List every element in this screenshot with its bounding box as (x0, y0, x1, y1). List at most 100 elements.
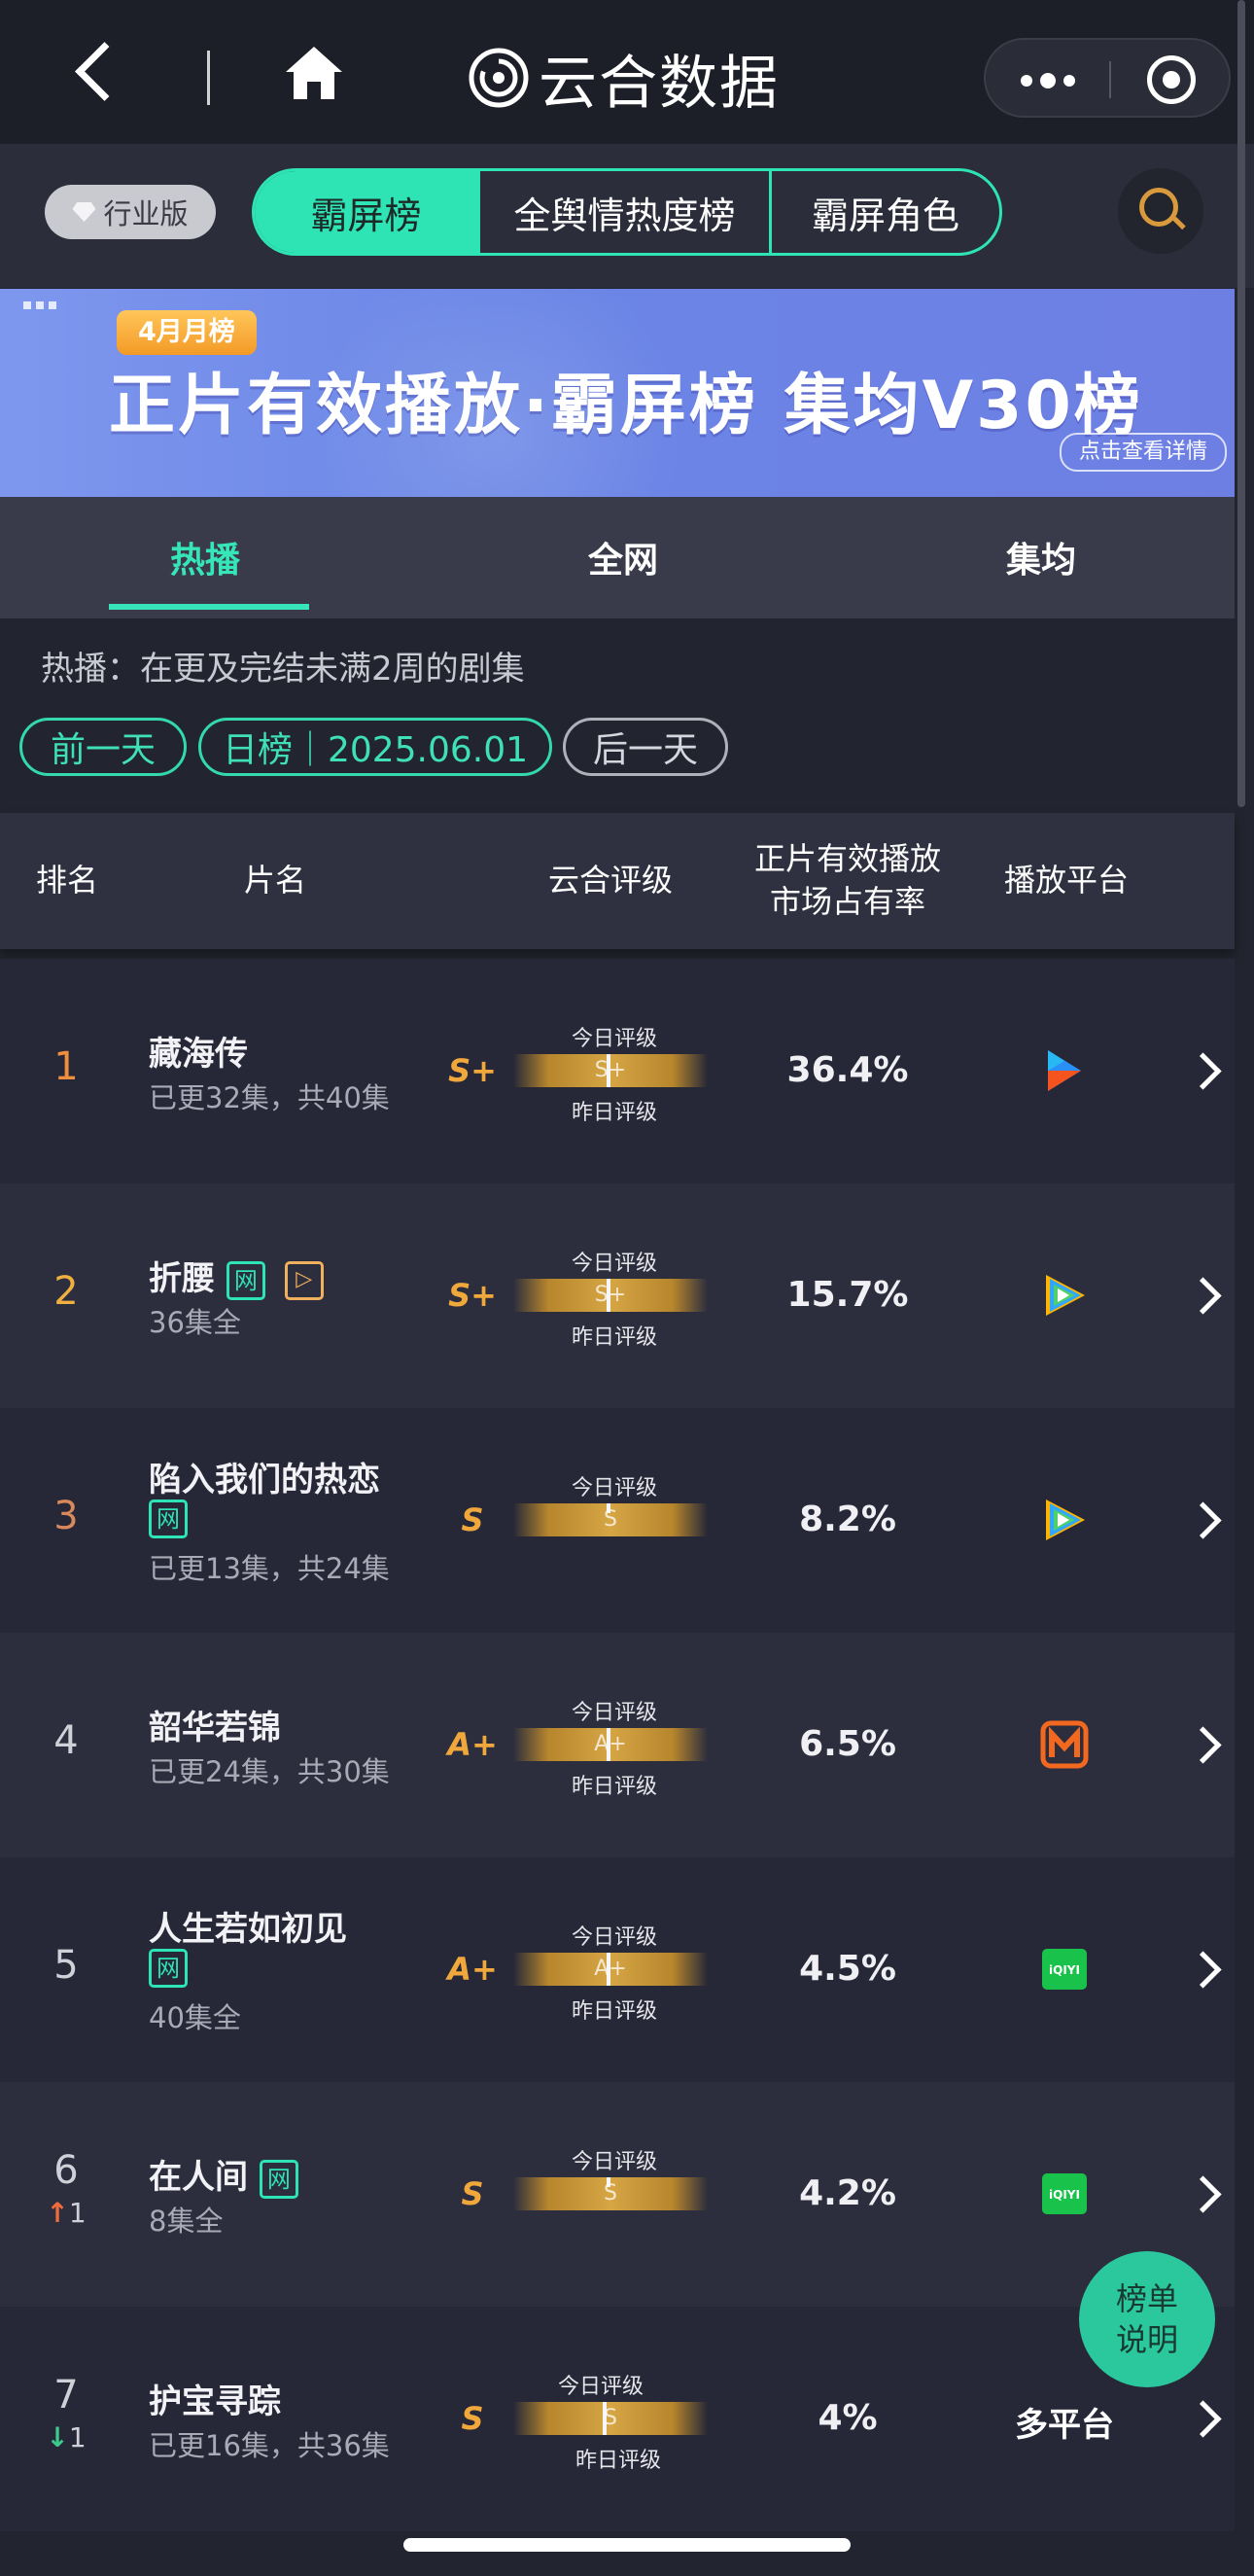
web-drama-badge-wrap: 网 (149, 1498, 188, 1538)
episode-status: 36集全 (149, 1306, 241, 1339)
web-drama-badge: 网 (149, 1948, 188, 1988)
industry-version-badge[interactable]: 行业版 (45, 185, 216, 239)
yesterday-rating-label: 昨日评级 (571, 1999, 657, 2024)
today-rating-label: 今日评级 (571, 1027, 657, 1051)
segment-bapingjuese[interactable]: 霸屏角色 (772, 171, 999, 253)
drama-title: 藏海传 (149, 1035, 248, 1074)
drama-title: 韶华若锦 (149, 1709, 281, 1747)
home-indicator[interactable] (403, 2538, 851, 2552)
row-chevron-icon[interactable] (1184, 1052, 1222, 1090)
header-share-line2: 市场占有率 (769, 883, 925, 920)
svg-text:iQIYI: iQIYI (1049, 1963, 1080, 1977)
svg-text:iQIYI: iQIYI (1049, 2188, 1080, 2202)
yesterday-rating-label: 昨日评级 (575, 2449, 661, 2473)
grade-label: S+ (448, 1052, 497, 1089)
web-drama-badge: 网 (149, 1499, 188, 1538)
table-row[interactable]: 1 藏海传 已更32集，共40集 S+ 今日评级 S+ 昨日评级 36.4% (0, 959, 1235, 1183)
today-rating-value: S (604, 2406, 617, 2430)
iqiyi-platform-icon: iQIYI (1042, 1949, 1087, 1990)
rank-change: ↓1 (46, 2421, 87, 2453)
drama-title: 人生若如初见 (149, 1910, 347, 1949)
tab-jijun[interactable]: 集均 (1006, 532, 1076, 582)
more-dots-icon[interactable] (1021, 73, 1075, 88)
header-share-line1: 正片有效播放 (753, 840, 941, 877)
header-platform: 播放平台 (1003, 862, 1129, 899)
prev-day-button[interactable]: 前一天 (19, 718, 187, 776)
premium-play-badge-icon: ▷ (284, 1260, 324, 1300)
drama-title: 护宝寻踪 (149, 2382, 281, 2421)
list-description: 热播：在更及完结未满2周的剧集 (41, 650, 525, 688)
multi-platform-label: 多平台 (1015, 2406, 1114, 2445)
rank-down-arrow-icon: ↓ (46, 2421, 69, 2453)
market-share: 8.2% (799, 1500, 896, 1539)
grade-label: S (461, 2400, 484, 2437)
youku-platform-icon (1048, 1050, 1081, 1091)
brand-title: 云合数据 (539, 49, 780, 118)
drama-title: 陷入我们的热恋 (149, 1461, 380, 1500)
mango-tv-platform-icon (1040, 1720, 1089, 1769)
banner-detail-button[interactable]: 点击查看详情 (1059, 433, 1227, 472)
promo-banner[interactable]: 4月月榜 正片有效播放·霸屏榜 集均V30榜 点击查看详情 (0, 289, 1235, 497)
banner-title: 正片有效播放·霸屏榜 集均V30榜 (109, 368, 1143, 444)
segment-quanyuqing[interactable]: 全舆情热度榜 (480, 171, 772, 253)
episode-status: 已更13集，共24集 (149, 1552, 390, 1585)
yesterday-rating-label: 昨日评级 (571, 1101, 657, 1125)
market-share: 36.4% (786, 1050, 909, 1090)
row-chevron-icon[interactable] (1184, 2175, 1222, 2213)
banner-tag: 4月月榜 (117, 310, 257, 355)
next-day-button[interactable]: 后一天 (563, 718, 728, 776)
rank-number: 4 (53, 1718, 79, 1763)
table-row[interactable]: 4 韶华若锦 已更24集，共30集 A+ 今日评级 A+ 昨日评级 6.5% (0, 1633, 1235, 1857)
table-row[interactable]: 2 折腰 网 ▷ 36集全 S+ 今日评级 S+ 昨日评级 15.7% (0, 1183, 1235, 1408)
today-rating-value: S+ (594, 1058, 627, 1082)
yunhe-logo-icon (469, 48, 529, 108)
miniprogram-capsule (984, 38, 1231, 118)
grade-label: S (461, 2175, 484, 2212)
table-row[interactable]: 6 ↑1 在人间 网 8集全 S 今日评级 S 4.2% iQIYI (0, 2082, 1235, 2307)
header-rank: 排名 (35, 862, 98, 899)
active-tab-indicator (109, 604, 309, 610)
row-chevron-icon[interactable] (1184, 2400, 1222, 2438)
row-chevron-icon[interactable] (1184, 1501, 1222, 1539)
search-icon[interactable] (1118, 168, 1203, 254)
episode-status: 已更16集，共36集 (149, 2429, 390, 2462)
tab-rebo[interactable]: 热播 (170, 532, 240, 582)
back-chevron-icon[interactable] (75, 42, 134, 101)
today-rating-label: 今日评级 (571, 1925, 657, 1950)
tab-quanwang[interactable]: 全网 (588, 532, 658, 582)
ranking-explanation-button[interactable]: 榜单 说明 (1079, 2251, 1215, 2387)
rank-number: 7 (53, 2373, 79, 2417)
iqiyi-platform-icon: iQIYI (1042, 2173, 1087, 2214)
table-row[interactable]: 7 ↓1 护宝寻踪 已更16集，共36集 S 今日评级 S 昨日评级 4% 多平… (0, 2307, 1235, 2531)
market-share: 4.5% (799, 1949, 896, 1989)
rank-number: 6 (53, 2148, 79, 2193)
segment-bapingbang[interactable]: 霸屏榜 (255, 171, 480, 253)
home-icon[interactable] (282, 41, 346, 105)
today-rating-value: A+ (594, 1732, 627, 1756)
rank-number: 2 (53, 1269, 79, 1314)
market-share: 4% (818, 2398, 878, 2438)
scrollbar[interactable] (1237, 0, 1245, 807)
row-chevron-icon[interactable] (1184, 1277, 1222, 1315)
header-title: 片名 (243, 862, 306, 899)
diamond-icon (72, 202, 96, 222)
row-chevron-icon[interactable] (1184, 1726, 1222, 1764)
header-rating: 云合评级 (547, 862, 673, 899)
close-target-icon[interactable] (1147, 55, 1196, 104)
table-row[interactable]: 3 陷入我们的热恋 网 已更13集，共24集 S 今日评级 S 8.2% (0, 1408, 1235, 1633)
grade-label: A+ (447, 1951, 498, 1988)
grade-label: S+ (448, 1277, 497, 1314)
date-picker-button[interactable]: 日榜｜2025.06.01 (198, 718, 552, 776)
app-brand: 云合数据 (469, 39, 780, 118)
nav-divider (207, 51, 210, 105)
yesterday-rating-label: 昨日评级 (571, 1775, 657, 1799)
today-rating-label: 今日评级 (571, 2150, 657, 2174)
episode-status: 已更24集，共30集 (149, 1755, 390, 1788)
row-chevron-icon[interactable] (1184, 1951, 1222, 1989)
table-row[interactable]: 5 人生若如初见 网 40集全 A+ 今日评级 A+ 昨日评级 4.5% iQI… (0, 1857, 1235, 2082)
rank-number: 5 (53, 1943, 79, 1988)
market-share: 6.5% (799, 1724, 896, 1764)
episode-status: 40集全 (149, 2001, 241, 2034)
navigation-bar: 云合数据 (0, 0, 1254, 144)
market-share: 15.7% (786, 1275, 909, 1315)
